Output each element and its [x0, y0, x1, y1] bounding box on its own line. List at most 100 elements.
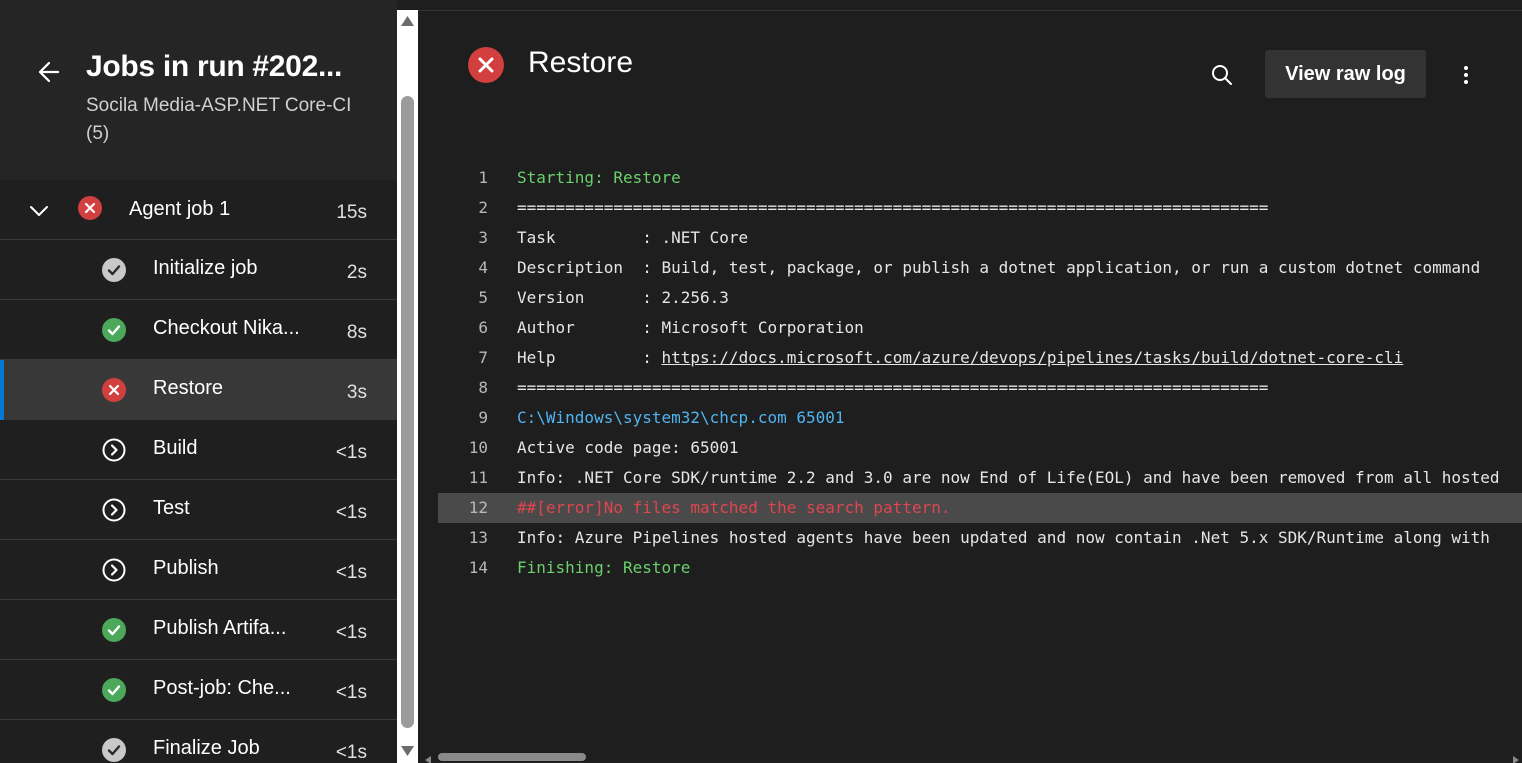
check-circle-icon [102, 618, 126, 642]
log-line: 12 ##[error]No files matched the search p… [438, 493, 1522, 523]
log-line: 8 =======================================… [418, 373, 1522, 403]
log-text: C:\Windows\system32\chcp.com 65001 [517, 403, 845, 433]
log-text: Description : Build, test, package, or p… [517, 253, 1480, 283]
step-label: Restore [153, 377, 224, 399]
log-line: 6 Author : Microsoft Corporation [418, 313, 1522, 343]
log-text-content: Starting: Restore [517, 168, 681, 187]
jobs-panel-title: Jobs in run #202... [86, 50, 343, 83]
log-text: Finishing: Restore [517, 553, 690, 583]
step-duration: <1s [335, 622, 367, 643]
scroll-right-icon[interactable] [1512, 751, 1520, 763]
log-text: Info: Azure Pipelines hosted agents have… [517, 523, 1490, 553]
help-link[interactable]: https://docs.microsoft.com/azure/devops/… [662, 348, 1404, 367]
view-raw-log-button[interactable]: View raw log [1265, 50, 1426, 98]
error-circle-icon [467, 46, 505, 84]
log-panel: Restore View raw log 1 Starting: Restore 2… [418, 10, 1522, 763]
more-vertical-icon [1464, 66, 1468, 84]
log-line: 11 Info: .NET Core SDK/runtime 2.2 and 3.… [418, 463, 1522, 493]
line-number: 6 [478, 318, 488, 337]
line-number: 14 [468, 558, 488, 577]
scroll-up-icon[interactable] [400, 14, 415, 28]
log-text: ========================================… [517, 373, 1268, 403]
step-duration: 8s [346, 322, 367, 343]
log-text: Author : Microsoft Corporation [517, 313, 864, 343]
more-options-button[interactable] [1454, 63, 1478, 87]
log-text-content: Version : 2.256.3 [517, 288, 729, 307]
step-row[interactable]: Finalize Job <1s [0, 720, 397, 763]
step-label: Finalize Job [153, 737, 260, 759]
step-title: Restore [528, 46, 634, 79]
step-row[interactable]: Post-job: Che... <1s [0, 660, 397, 720]
check-circle-icon [102, 318, 126, 342]
step-duration: <1s [335, 742, 367, 763]
log-text-content: Description : Build, test, package, or p… [517, 258, 1481, 277]
step-duration: <1s [335, 442, 367, 463]
scrollbar-thumb[interactable] [401, 96, 414, 728]
log-text-content: C:\Windows\system32\chcp.com 65001 [517, 408, 845, 427]
line-number: 1 [478, 168, 488, 187]
step-duration: <1s [335, 502, 367, 523]
log-line: 4 Description : Build, test, package, or … [418, 253, 1522, 283]
line-number: 4 [478, 258, 488, 277]
step-label: Publish [153, 557, 219, 579]
error-circle-icon [78, 196, 102, 220]
step-label: Publish Artifa... [153, 617, 287, 639]
line-number: 5 [478, 288, 488, 307]
line-number: 8 [478, 378, 488, 397]
skip-circle-icon [102, 438, 126, 462]
horizontal-scrollbar-thumb[interactable] [438, 753, 586, 761]
log-line: 9 C:\Windows\system32\chcp.com 65001 [418, 403, 1522, 433]
check-circle-icon [102, 678, 126, 702]
log-horizontal-scrollbar[interactable] [418, 745, 1522, 763]
step-row[interactable]: Checkout Nika... 8s [0, 300, 397, 360]
log-text-content: ##[error]No files matched the search pat… [517, 498, 951, 517]
search-button[interactable] [1210, 63, 1234, 87]
scroll-left-icon[interactable] [424, 751, 432, 763]
chevron-down-icon[interactable] [28, 200, 50, 222]
log-text: Starting: Restore [517, 163, 681, 193]
line-number: 7 [478, 348, 488, 367]
jobs-panel: Jobs in run #202... Socila Media-ASP.NET… [0, 0, 397, 763]
line-number: 2 [478, 198, 488, 217]
back-arrow-button[interactable] [34, 58, 64, 86]
check-circle-icon [102, 258, 126, 282]
log-line: 10 Active code page: 65001 [418, 433, 1522, 463]
agent-job-row[interactable]: Agent job 1 15s [0, 180, 397, 240]
error-circle-icon [102, 378, 126, 402]
log-line: 7 Help : https://docs.microsoft.com/azure… [418, 343, 1522, 373]
line-number: 12 [468, 498, 488, 517]
log-text: ========================================… [517, 193, 1268, 223]
step-label: Post-job: Che... [153, 677, 291, 699]
line-number: 3 [478, 228, 488, 247]
skip-circle-icon [102, 498, 126, 522]
step-row[interactable]: Restore 3s [0, 360, 397, 420]
log-text: Task : .NET Core [517, 223, 748, 253]
pipeline-name: Socila Media-ASP.NET Core-CI (5) [86, 95, 352, 144]
search-icon [1212, 65, 1232, 85]
jobs-panel-scrollbar[interactable] [397, 10, 418, 763]
log-text: Active code page: 65001 [517, 433, 739, 463]
step-label: Initialize job [153, 257, 258, 279]
log-line: 2 =======================================… [418, 193, 1522, 223]
log-text: Version : 2.256.3 [517, 283, 729, 313]
step-row[interactable]: Test <1s [0, 480, 397, 540]
log-line: 3 Task : .NET Core [418, 223, 1522, 253]
log-line: 5 Version : 2.256.3 [418, 283, 1522, 313]
line-number: 10 [468, 438, 488, 457]
step-row[interactable]: Publish <1s [0, 540, 397, 600]
step-row[interactable]: Build <1s [0, 420, 397, 480]
log-line: 13 Info: Azure Pipelines hosted agents ha… [418, 523, 1522, 553]
log-text-content: Help : [517, 348, 662, 367]
step-duration: <1s [335, 562, 367, 583]
log-output: 1 Starting: Restore 2 =====================… [418, 163, 1522, 583]
step-label: Test [153, 497, 190, 519]
log-text-content: Info: .NET Core SDK/runtime 2.2 and 3.0 … [517, 468, 1500, 487]
step-row[interactable]: Publish Artifa... <1s [0, 600, 397, 660]
log-text: Help : https://docs.microsoft.com/azure/… [517, 343, 1403, 373]
scroll-down-icon[interactable] [400, 744, 415, 758]
step-row[interactable]: Initialize job 2s [0, 240, 397, 300]
line-number: 9 [478, 408, 488, 427]
line-number: 13 [468, 528, 488, 547]
jobs-panel-header: Jobs in run #202... Socila Media-ASP.NET… [0, 0, 397, 180]
step-label: Build [153, 437, 198, 459]
